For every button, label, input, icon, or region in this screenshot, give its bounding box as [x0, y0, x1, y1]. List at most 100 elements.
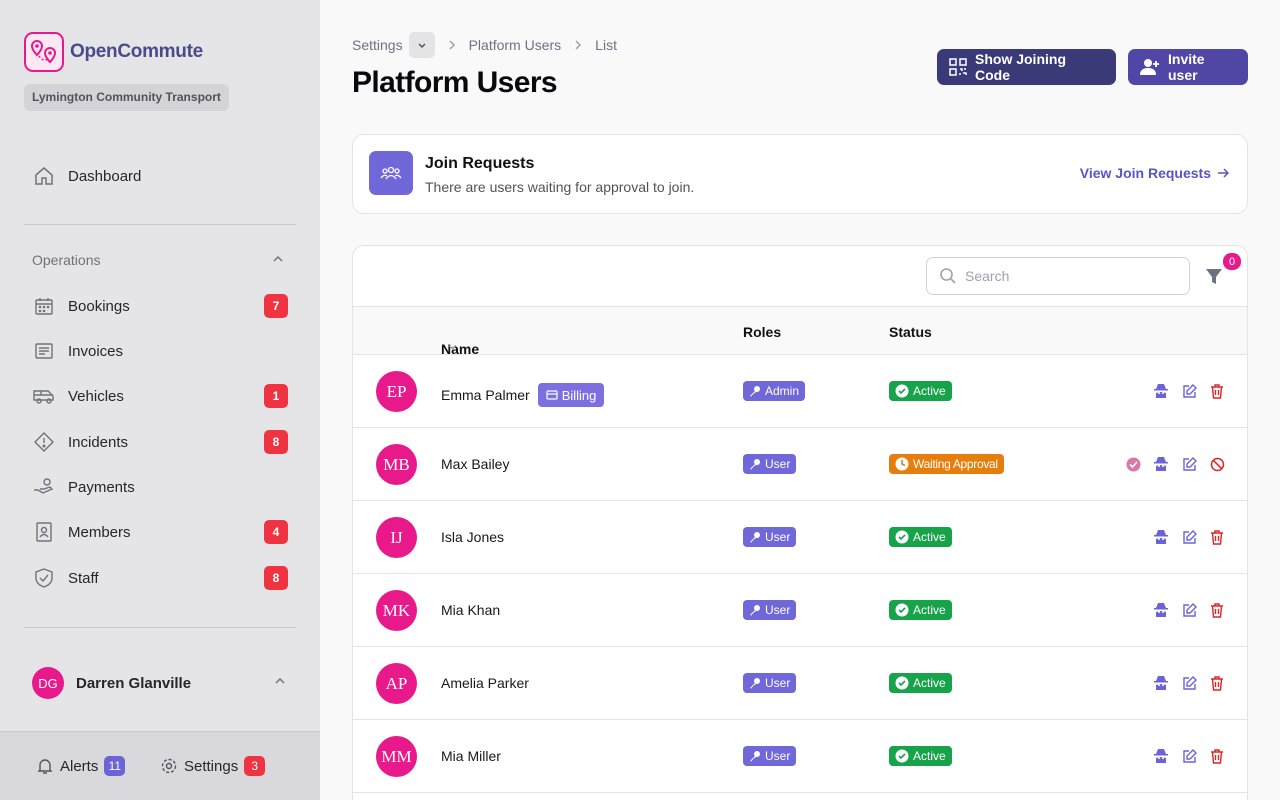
button-label: Show Joining Code: [975, 51, 1066, 83]
chevron-down-icon[interactable]: [408, 32, 435, 58]
block-icon[interactable]: [1203, 454, 1231, 474]
table-row[interactable]: MB Max Bailey User Waiting Approval: [353, 428, 1247, 501]
table-row[interactable]: MK Mia Khan User Active: [353, 574, 1247, 647]
status-label: Active: [913, 603, 946, 617]
impersonate-icon[interactable]: [1147, 673, 1175, 693]
user-name: Emma Palmer: [441, 387, 530, 403]
clock-icon: [895, 457, 909, 471]
view-join-requests-link[interactable]: View Join Requests: [1080, 165, 1229, 181]
role-badge: User: [743, 673, 797, 693]
alerts-label: Alerts: [60, 757, 99, 775]
count-badge: 4: [264, 520, 288, 544]
delete-icon[interactable]: [1203, 527, 1231, 547]
sidebar-item-label: Invoices: [68, 342, 124, 360]
edit-icon[interactable]: [1175, 454, 1203, 474]
delete-icon[interactable]: [1203, 381, 1231, 401]
status-badge: Active: [889, 527, 952, 547]
table-row[interactable]: IJ Isla Jones User Active: [353, 501, 1247, 574]
table-row[interactable]: AP Amelia Parker User Active: [353, 647, 1247, 720]
sidebar-item-payments[interactable]: Payments: [24, 467, 296, 507]
join-requests-card: Join Requests There are users waiting fo…: [352, 134, 1248, 214]
user-menu[interactable]: DG Darren Glanville: [32, 667, 288, 699]
gear-icon: [160, 757, 178, 775]
delete-icon[interactable]: [1203, 746, 1231, 766]
search-box[interactable]: [926, 257, 1190, 295]
impersonate-icon[interactable]: [1147, 527, 1175, 547]
invite-user-button[interactable]: Invite user: [1128, 49, 1248, 85]
impersonate-icon[interactable]: [1147, 746, 1175, 766]
status-label: Active: [913, 749, 946, 763]
role-badge: User: [743, 527, 797, 547]
column-roles: Roles: [743, 324, 782, 340]
avatar: MB: [376, 444, 417, 485]
role-badge: User: [743, 600, 797, 620]
sidebar-divider: [24, 224, 296, 225]
app-logo[interactable]: OpenCommute: [24, 32, 203, 72]
user-name: Darren Glanville: [76, 674, 192, 692]
delete-icon[interactable]: [1203, 673, 1231, 693]
join-requests-title: Join Requests: [425, 155, 535, 172]
sidebar-item-label: Dashboard: [68, 167, 142, 185]
key-icon: [750, 386, 760, 397]
status-badge: Active: [889, 600, 952, 620]
sidebar-item-staff[interactable]: Staff 8: [24, 558, 296, 598]
sidebar-item-vehicles[interactable]: Vehicles 1: [24, 376, 296, 416]
edit-icon[interactable]: [1175, 381, 1203, 401]
billing-tag: Billing: [537, 383, 605, 407]
table-row[interactable]: EP Emma Palmer Billing Admin Active: [353, 355, 1247, 428]
shield-icon: [32, 566, 56, 590]
impersonate-icon[interactable]: [1147, 381, 1175, 401]
sidebar-item-label: Incidents: [68, 433, 129, 451]
role-badge: User: [743, 454, 797, 474]
filter-count-badge: 0: [1223, 253, 1241, 270]
role-label: User: [765, 603, 791, 617]
sidebar-item-bookings[interactable]: Bookings 7: [24, 286, 296, 326]
table-row[interactable]: MM Mia Miller User Active: [353, 720, 1247, 793]
role-label: User: [765, 457, 791, 471]
status-badge: Active: [889, 381, 952, 401]
qr-code-icon: [949, 58, 975, 76]
breadcrumb-settings[interactable]: Settings: [352, 37, 403, 53]
sidebar-item-invoices[interactable]: Invoices: [24, 331, 296, 371]
org-badge[interactable]: Lymington Community Transport: [24, 84, 229, 111]
alerts-button[interactable]: Alerts 11: [36, 756, 126, 776]
role-label: User: [765, 676, 791, 690]
filter-icon[interactable]: [1204, 266, 1224, 291]
impersonate-icon[interactable]: [1147, 600, 1175, 620]
role-badge: User: [743, 746, 797, 766]
page-title: Platform Users: [352, 66, 558, 99]
role-label: User: [765, 530, 791, 544]
chevron-right-icon: [573, 40, 583, 50]
delete-icon[interactable]: [1203, 600, 1231, 620]
sidebar-item-incidents[interactable]: Incidents 8: [24, 422, 296, 462]
role-label: Admin: [765, 384, 800, 398]
calendar-icon: [32, 294, 56, 318]
sidebar-item-members[interactable]: Members 4: [24, 512, 296, 552]
approve-icon[interactable]: [1119, 454, 1147, 474]
sidebar-item-dashboard[interactable]: Dashboard: [24, 156, 296, 196]
edit-icon[interactable]: [1175, 527, 1203, 547]
settings-label: Settings: [184, 757, 239, 775]
user-name: Mia Khan: [441, 602, 501, 618]
users-table: 0 Name Roles Status EP Emma Palmer Billi…: [352, 245, 1248, 800]
search-input[interactable]: [965, 268, 1165, 284]
check-circle-icon: [895, 676, 909, 690]
logo-mark-icon: [24, 32, 64, 72]
sidebar-section-operations[interactable]: Operations: [32, 252, 288, 268]
edit-icon[interactable]: [1175, 600, 1203, 620]
sidebar-item-label: Payments: [68, 478, 135, 496]
show-joining-code-button[interactable]: Show Joining Code: [937, 49, 1116, 85]
avatar: AP: [376, 663, 417, 704]
status-label: Waiting Approval: [913, 457, 998, 471]
edit-icon[interactable]: [1175, 673, 1203, 693]
count-badge: 8: [264, 566, 288, 590]
sidebar-footer: Alerts 11 Settings 3: [0, 731, 320, 800]
van-icon: [32, 384, 56, 408]
impersonate-icon[interactable]: [1147, 454, 1175, 474]
edit-icon[interactable]: [1175, 746, 1203, 766]
sidebar-item-label: Bookings: [68, 297, 130, 315]
breadcrumb-platform-users[interactable]: Platform Users: [469, 37, 562, 53]
warning-icon: [32, 430, 56, 454]
user-name: Mia Miller: [441, 748, 501, 764]
settings-button[interactable]: Settings 3: [160, 756, 266, 776]
